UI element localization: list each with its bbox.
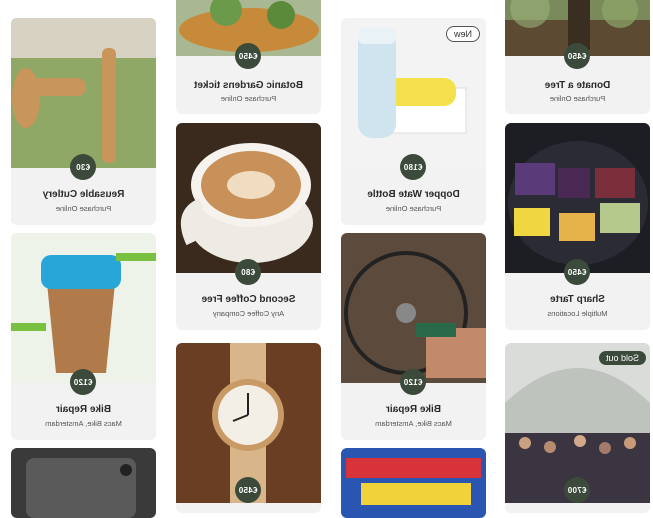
price-badge: €80 xyxy=(235,259,261,285)
card-subtitle: Purchase Online xyxy=(220,94,277,103)
price-badge: €450 xyxy=(235,477,261,503)
card-botanic-gardens[interactable]: €450 Botanic Gardens ticket Purchase Onl… xyxy=(176,0,321,114)
card-subtitle: Purchase Online xyxy=(55,204,112,213)
card-title: Dopper Wate Bottle xyxy=(367,189,460,200)
coffee-cup-image xyxy=(176,123,321,273)
card-title: Second Coffee Free xyxy=(201,294,296,305)
card-donate-tree[interactable]: €450 Donate a Tree Purchase Online xyxy=(505,0,650,114)
card-subtitle: Macs Bike, Amsterdam xyxy=(375,419,452,428)
card-title: Bike Repair xyxy=(55,404,112,415)
card-chocolate[interactable] xyxy=(341,448,486,518)
sold-out-badge: Sold out xyxy=(598,351,646,365)
new-badge: New xyxy=(445,26,480,42)
price-badge: €450 xyxy=(235,43,261,69)
chocolate-bars-image xyxy=(341,448,486,518)
cutlery-image xyxy=(11,18,156,168)
card-title: Bike Repair xyxy=(385,404,442,415)
card-phone[interactable] xyxy=(11,448,156,518)
card-sharp-tarte[interactable]: €450 Sharp Tarte Multiple Locations xyxy=(505,123,650,330)
price-badge: €30 xyxy=(70,154,96,180)
card-subtitle: Macs Bike, Amsterdam xyxy=(45,419,122,428)
card-subtitle: Purchase Online xyxy=(549,94,606,103)
card-title: Botanic Gardens ticket xyxy=(194,80,303,91)
card-second-coffee[interactable]: €80 Second Coffee Free Any Coffee Compan… xyxy=(176,123,321,330)
tarte-image xyxy=(505,123,650,273)
card-subtitle: Purchase Online xyxy=(385,204,442,213)
card-reusable-cup[interactable]: €120 Bike Repair Macs Bike, Amsterdam xyxy=(11,233,156,440)
price-badge: €450 xyxy=(564,43,590,69)
price-badge: €180 xyxy=(400,154,426,180)
card-subtitle: Any Coffee Company xyxy=(212,309,285,318)
card-bike-repair[interactable]: €120 Bike Repair Macs Bike, Amsterdam xyxy=(341,233,486,440)
card-festival[interactable]: €700 Sold out xyxy=(505,343,650,513)
gift-card-grid: €450 Donate a Tree Purchase Online €450 … xyxy=(0,0,653,518)
bike-repair-image xyxy=(341,233,486,383)
price-badge: €450 xyxy=(564,259,590,285)
card-subtitle: Multiple Locations xyxy=(547,309,608,318)
card-title: Reusable Cutlery xyxy=(42,189,125,200)
phone-image xyxy=(11,448,156,518)
price-badge: €700 xyxy=(564,477,590,503)
card-dopper-bottle[interactable]: €180 Dopper Wate Bottle Purchase Online … xyxy=(341,18,486,225)
coffee-cup-reusable-image xyxy=(11,233,156,383)
card-title: Sharp Tarte xyxy=(550,294,605,305)
card-title: Donate a Tree xyxy=(544,80,611,91)
price-badge: €120 xyxy=(70,369,96,395)
price-badge: €120 xyxy=(400,369,426,395)
card-wooden-watch[interactable]: €450 xyxy=(176,343,321,513)
card-reusable-cutlery[interactable]: €30 Reusable Cutlery Purchase Online xyxy=(11,18,156,225)
